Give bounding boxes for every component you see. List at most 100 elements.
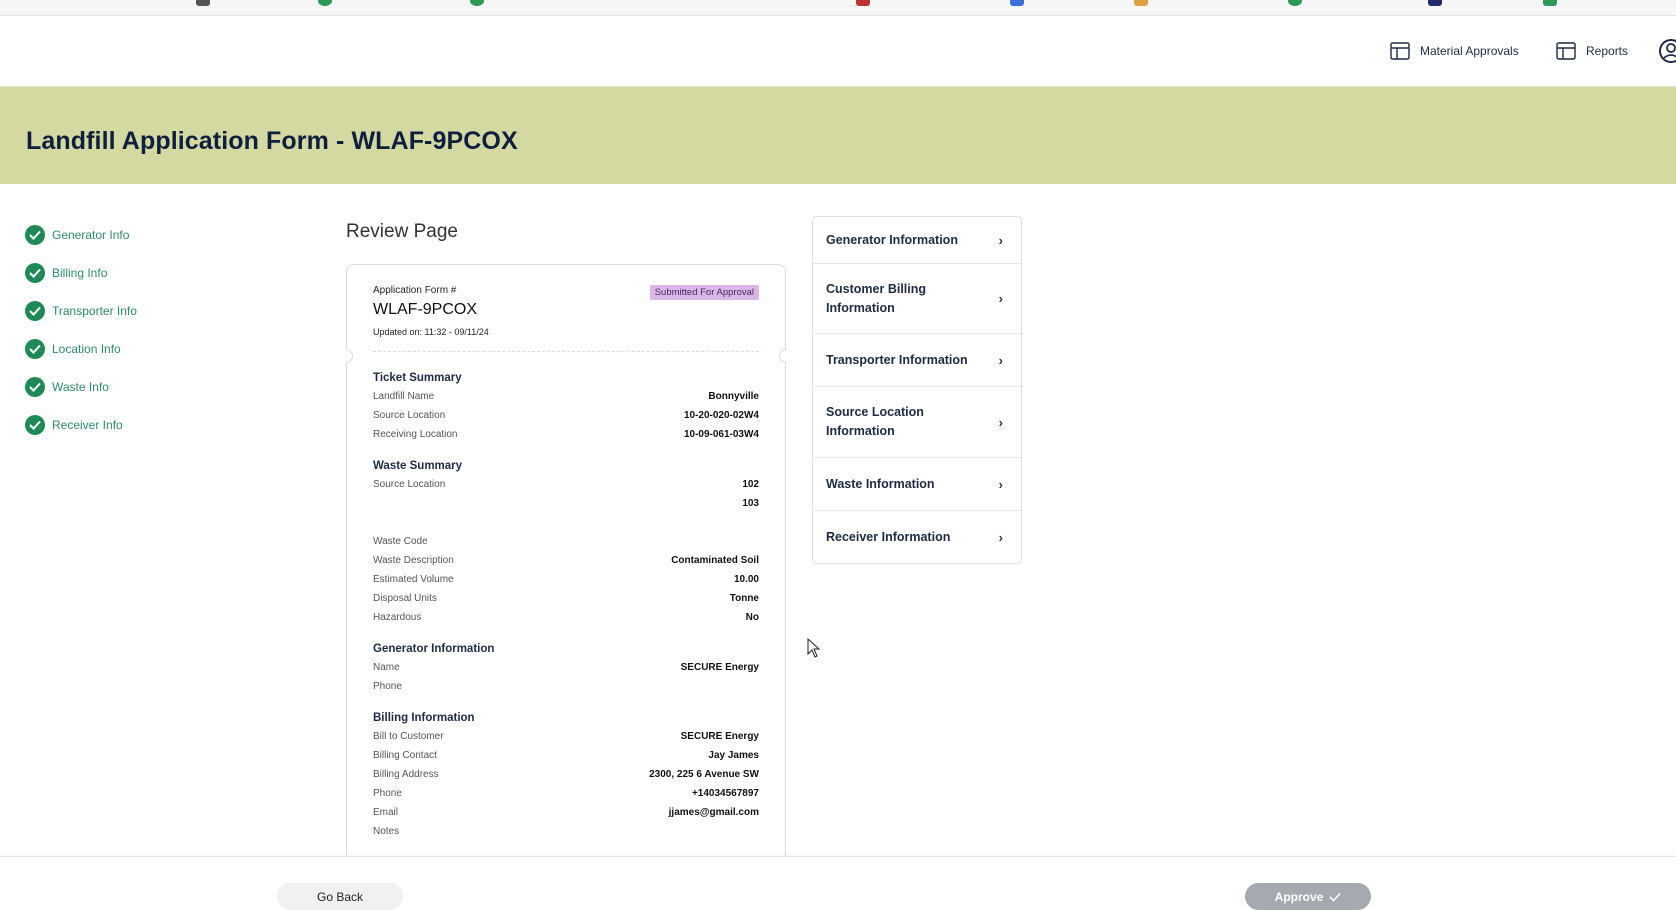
row-key: Bill to Customer xyxy=(373,731,444,742)
checkmark-icon xyxy=(1329,892,1341,902)
step-billing-info[interactable]: Billing Info xyxy=(25,254,255,292)
section-title: Waste Summary xyxy=(373,460,463,472)
step-waste-info[interactable]: Waste Info xyxy=(25,368,255,406)
summary-row: Billing Address 2300, 225 6 Avenue SW xyxy=(373,769,759,788)
bookmark-icon[interactable] xyxy=(470,0,484,6)
row-value: 2300, 225 6 Avenue SW xyxy=(649,769,759,780)
approve-button[interactable]: Approve xyxy=(1245,883,1371,910)
row-key: Notes xyxy=(373,826,400,837)
step-location-info[interactable]: Location Info xyxy=(25,330,255,368)
step-label: Generator Info xyxy=(52,228,130,242)
bookmark-icon[interactable] xyxy=(1543,0,1557,6)
summary-row: Name SECURE Energy xyxy=(373,662,759,681)
generator-info-section: Generator Information Name SECURE Energy … xyxy=(373,643,759,700)
summary-row: Waste Code xyxy=(373,536,759,555)
bookmark-icon[interactable] xyxy=(1134,0,1148,6)
step-receiver-info[interactable]: Receiver Info xyxy=(25,406,255,444)
row-value: SECURE Energy xyxy=(680,731,759,742)
nav-material-approvals-label: Material Approvals xyxy=(1420,44,1519,58)
row-value: 102 xyxy=(742,479,759,490)
accordion-waste-information[interactable]: Waste Information › xyxy=(813,458,1021,511)
check-circle-icon xyxy=(25,377,45,397)
section-accordion: Generator Information › Customer Billing… xyxy=(812,216,1022,564)
bookmark-icon[interactable] xyxy=(1288,0,1302,6)
row-key: Landfill Name xyxy=(373,391,435,402)
nav-reports[interactable]: Reports xyxy=(1556,42,1628,60)
bookmark-icon[interactable] xyxy=(196,0,210,6)
accordion-label: Receiver Information xyxy=(826,529,951,544)
chevron-right-icon: › xyxy=(998,529,1003,545)
bookmark-icon[interactable] xyxy=(1010,0,1024,6)
summary-row: Disposal Units Tonne xyxy=(373,593,759,612)
summary-row: Phone +14034567897 xyxy=(373,788,759,807)
go-back-button[interactable]: Go Back xyxy=(277,883,403,910)
approve-label: Approve xyxy=(1274,889,1324,904)
accordion-generator-information[interactable]: Generator Information › xyxy=(813,217,1021,264)
table-icon xyxy=(1556,42,1576,60)
mouse-cursor-icon xyxy=(807,638,821,658)
summary-row: Email jjames@gmail.com xyxy=(373,807,759,826)
row-key: Email xyxy=(373,807,399,818)
chevron-right-icon: › xyxy=(998,476,1003,492)
top-navigation: Material Approvals Reports xyxy=(0,16,1676,87)
check-circle-icon xyxy=(25,339,45,359)
page-title: Landfill Application Form - WLAF-9PCOX xyxy=(26,127,518,155)
footer-actions: Go Back Approve xyxy=(0,856,1676,910)
check-circle-icon xyxy=(25,225,45,245)
nav-reports-label: Reports xyxy=(1586,44,1629,58)
ticket-notch xyxy=(779,349,786,363)
chevron-right-icon: › xyxy=(998,291,1003,306)
row-value: Tonne xyxy=(729,593,759,604)
bookmark-icon[interactable] xyxy=(1428,0,1442,6)
row-value: jjames@gmail.com xyxy=(668,807,759,818)
browser-bookmarks-bar xyxy=(0,0,1676,16)
summary-row: Bill to Customer SECURE Energy xyxy=(373,731,759,750)
chevron-right-icon: › xyxy=(998,232,1003,248)
application-number: WLAF-9PCOX xyxy=(373,301,478,318)
table-icon xyxy=(1390,42,1410,60)
summary-row: 103 xyxy=(373,498,759,517)
accordion-transporter-information[interactable]: Transporter Information › xyxy=(813,334,1021,387)
step-generator-info[interactable]: Generator Info xyxy=(25,216,255,254)
review-page-title: Review Page xyxy=(346,221,458,242)
progress-steps: Generator Info Billing Info Transporter … xyxy=(25,216,255,444)
accordion-receiver-information[interactable]: Receiver Information › xyxy=(813,511,1021,563)
step-label: Waste Info xyxy=(52,380,109,394)
row-value: No xyxy=(745,612,759,623)
row-value: Jay James xyxy=(708,750,759,761)
summary-row: Notes xyxy=(373,826,759,845)
section-title: Generator Information xyxy=(373,643,495,655)
nav-material-approvals[interactable]: Material Approvals xyxy=(1390,42,1519,60)
waste-summary-section: Waste Summary Source Location 102 103 Was… xyxy=(373,460,759,631)
check-circle-icon xyxy=(25,415,45,435)
accordion-label: Source Location Information xyxy=(826,405,924,438)
row-key: Phone xyxy=(373,788,402,799)
row-key: Waste Code xyxy=(373,536,428,547)
row-value: SECURE Energy xyxy=(680,662,759,673)
user-circle-icon[interactable] xyxy=(1658,38,1676,64)
status-badge: Submitted For Approval xyxy=(649,285,759,300)
step-label: Receiver Info xyxy=(52,418,123,432)
step-transporter-info[interactable]: Transporter Info xyxy=(25,292,255,330)
row-key: Receiving Location xyxy=(373,429,458,440)
summary-row: Estimated Volume 10.00 xyxy=(373,574,759,593)
row-value: 103 xyxy=(742,498,759,509)
accordion-label: Waste Information xyxy=(826,476,935,491)
row-key: Source Location xyxy=(373,410,446,421)
ticket-summary-section: Ticket Summary Landfill Name Bonnyville S… xyxy=(373,372,759,448)
bookmark-icon[interactable] xyxy=(856,0,870,6)
row-key: Billing Contact xyxy=(373,750,437,761)
row-key: Waste Description xyxy=(373,555,454,566)
check-circle-icon xyxy=(25,301,45,321)
accordion-label: Transporter Information xyxy=(826,352,968,367)
row-key: Source Location xyxy=(373,479,446,490)
accordion-customer-billing-information[interactable]: Customer Billing Information › xyxy=(813,264,1021,334)
step-label: Billing Info xyxy=(52,266,108,280)
accordion-source-location-information[interactable]: Source Location Information › xyxy=(813,387,1021,458)
section-title: Ticket Summary xyxy=(373,372,462,384)
updated-timestamp: Updated on: 11:32 - 09/11/24 xyxy=(373,327,489,337)
bookmark-icon[interactable] xyxy=(318,0,332,6)
ticket-notch xyxy=(346,349,353,363)
row-key: Billing Address xyxy=(373,769,439,780)
